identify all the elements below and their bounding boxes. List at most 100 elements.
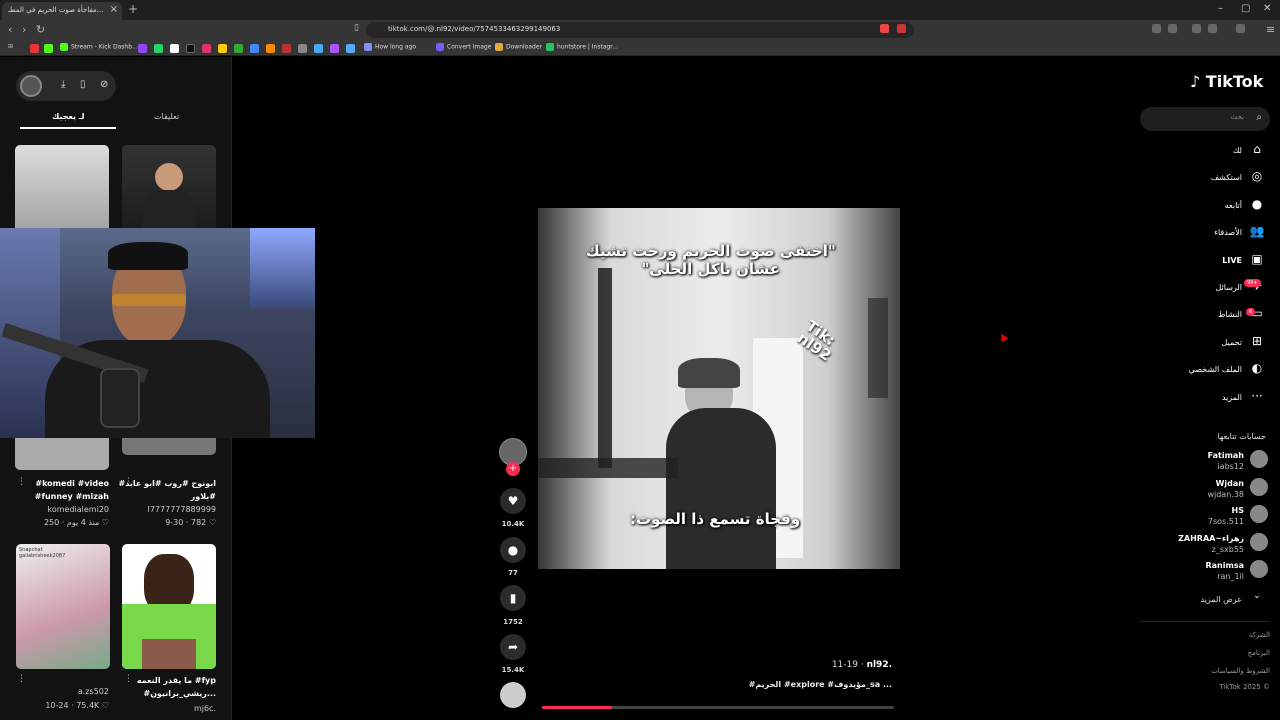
bookmark-item[interactable]: huntstore | Instagr... [546, 43, 618, 51]
video-thumbnail[interactable]: Snapchat galiabrisheek2087 [16, 544, 110, 669]
more-options-icon[interactable]: ⋮ [17, 674, 26, 684]
comment-button[interactable]: ● [500, 537, 526, 563]
bookmark-favicon[interactable] [170, 44, 179, 53]
nav-item[interactable]: تحميل ⊞ [1140, 333, 1270, 355]
footer-program[interactable]: البرنامج [1140, 649, 1270, 657]
browser-toolbar: ‹ › ↻ ▯ tiktok.com/@.nl92/video/75745334… [0, 20, 1280, 40]
video-progress-bar[interactable] [542, 706, 894, 709]
bookmark-favicon[interactable] [202, 44, 211, 53]
bookmark-favicon[interactable] [314, 44, 323, 53]
bookmark-item[interactable]: How long ago [364, 43, 416, 51]
new-tab-button[interactable]: + [128, 2, 138, 16]
nav-item[interactable]: أتابعه ● [1140, 196, 1270, 218]
video-author[interactable]: mj6c. [116, 704, 216, 713]
following-account[interactable]: Fatimah iabs12 [1140, 448, 1270, 474]
bookmark-favicon[interactable] [186, 44, 195, 53]
nav-item[interactable]: لك ⌂ [1140, 141, 1270, 163]
bookmark-item[interactable]: Convert Image [436, 43, 491, 51]
bookmark-favicon[interactable] [154, 44, 163, 53]
menu-icon[interactable]: ≡ [1266, 23, 1275, 36]
video-caption[interactable]: #ابونوح #روب #ابو عابد #بلاور [116, 477, 216, 503]
nav-item[interactable]: LIVE ▣ [1140, 251, 1270, 273]
sidebar-icon[interactable] [1208, 24, 1217, 33]
following-account[interactable]: Ranimsa ran_1il [1140, 558, 1270, 584]
save-button[interactable]: ▮ [500, 585, 526, 611]
search-icon[interactable]: ⌕ [1256, 112, 1262, 123]
video-caption[interactable]: #komedi #video #funney #mizah [9, 477, 109, 503]
sound-disc-icon[interactable] [500, 682, 526, 708]
account-display-name: Ranimsa [1205, 561, 1245, 570]
wallet-icon[interactable] [1236, 24, 1245, 33]
bookmark-icon[interactable]: ▯ [354, 23, 359, 33]
heart-icon: ♥ [507, 494, 519, 508]
close-window-button[interactable]: ✕ [1263, 3, 1271, 14]
video-author[interactable]: I7777777889999 [116, 505, 216, 514]
compass-icon[interactable]: ⊘ [100, 79, 108, 90]
avatar [1250, 477, 1268, 496]
nav-item[interactable]: استكشف ◎ [1140, 168, 1270, 190]
face-image [155, 163, 183, 191]
bookmark-favicon[interactable] [44, 44, 53, 53]
video-author[interactable]: komedialemi20 [9, 505, 110, 514]
share-button[interactable]: ➦ [500, 634, 526, 660]
video-thumbnail[interactable] [15, 437, 109, 470]
nav-item[interactable]: الملف الشخصي ◐ [1140, 360, 1270, 382]
bookmark-favicon[interactable] [250, 44, 259, 53]
see-more-button[interactable]: عرض المزيد ⌄ [1140, 590, 1270, 612]
video-stats: 9-30 · 782 ♡ [165, 518, 216, 527]
address-bar[interactable]: tiktok.com/@.nl92/video/7574533463299149… [366, 22, 914, 38]
video-author[interactable]: nl92. [867, 660, 892, 670]
follow-plus-icon[interactable]: + [506, 462, 520, 476]
tab-you-may-like[interactable]: لـ يعجبك [52, 112, 85, 121]
bookmark-favicon[interactable] [282, 44, 291, 53]
video-author[interactable]: a.zs502 [9, 687, 109, 696]
following-account[interactable]: Wjdan wjdan.38 [1140, 476, 1270, 502]
bookmark-item[interactable]: Stream - Kick Dashb... [60, 43, 138, 51]
video-description[interactable]: #الحريم #explore #مؤيدوف_sa ... [538, 680, 892, 689]
following-account[interactable]: ZAHRAA~زهراء z_sxb55 [1140, 531, 1270, 557]
bookmark-favicon[interactable] [346, 44, 355, 53]
bookmark-favicon[interactable] [266, 44, 275, 53]
browser-tab[interactable]: مفاجأة صوت الحريم في المطـ... × [2, 2, 122, 20]
webcam-overlay [0, 228, 315, 438]
extension-icon[interactable] [1168, 24, 1177, 33]
footer-terms[interactable]: الشروط والسياسات [1140, 667, 1270, 675]
tiktok-sidebar: ♪ TikTok بحث ⌕ لك ⌂ استكشف ◎ أتابعه ● الأصدقاء… [1140, 57, 1280, 720]
extension-icon[interactable] [1152, 24, 1161, 33]
forward-icon[interactable]: › [22, 23, 26, 36]
nav-item[interactable]: الأصدقاء 👥 [1140, 223, 1270, 245]
minimize-button[interactable]: – [1218, 3, 1223, 14]
bookmark-favicon[interactable] [234, 44, 243, 53]
video-caption[interactable]: ما يقدر النعمه #fyp #ريشي_برانيون... [116, 674, 216, 700]
avatar[interactable] [20, 75, 42, 97]
mirror-frame-image [598, 268, 612, 468]
download-icon[interactable]: ⤓ [61, 79, 65, 90]
reload-icon[interactable]: ↻ [36, 23, 45, 36]
bookmark-favicon[interactable] [218, 44, 227, 53]
following-account[interactable]: HS 7sos.511 [1140, 503, 1270, 529]
footer-company[interactable]: الشركة [1140, 631, 1270, 639]
tab-comments[interactable]: تعليقات [154, 112, 179, 121]
bookmark-favicon[interactable] [330, 44, 339, 53]
extension-icon[interactable] [1192, 24, 1201, 33]
extension-icon[interactable] [897, 24, 906, 33]
back-icon[interactable]: ‹ [8, 23, 12, 36]
maximize-button[interactable]: ▢ [1241, 3, 1250, 14]
bookmark-favicon[interactable] [138, 44, 147, 53]
tiktok-note-icon: ♪ [1190, 72, 1201, 91]
phone-icon[interactable]: ▯ [80, 79, 86, 90]
bookmark-favicon[interactable] [30, 44, 39, 53]
tiktok-logo[interactable]: ♪ TikTok [1190, 72, 1263, 91]
video-player[interactable]: "اختفى صوت الحريم ورحت تشيك عشان تاكل ال… [538, 208, 900, 569]
video-thumbnail[interactable] [122, 544, 216, 669]
bookmark-favicon[interactable] [298, 44, 307, 53]
apps-icon[interactable]: ⊞ [8, 43, 13, 50]
brave-shield-icon[interactable] [880, 24, 889, 33]
nav-item[interactable]: المزيد ··· [1140, 388, 1270, 410]
video-thumbnail[interactable] [122, 437, 216, 455]
search-input[interactable]: بحث ⌕ [1140, 107, 1270, 131]
bookmark-item[interactable]: Downloader [495, 43, 542, 51]
tab-close-icon[interactable]: × [110, 4, 118, 15]
activity-badge: 6 [1246, 308, 1256, 316]
like-button[interactable]: ♥ [500, 488, 526, 514]
